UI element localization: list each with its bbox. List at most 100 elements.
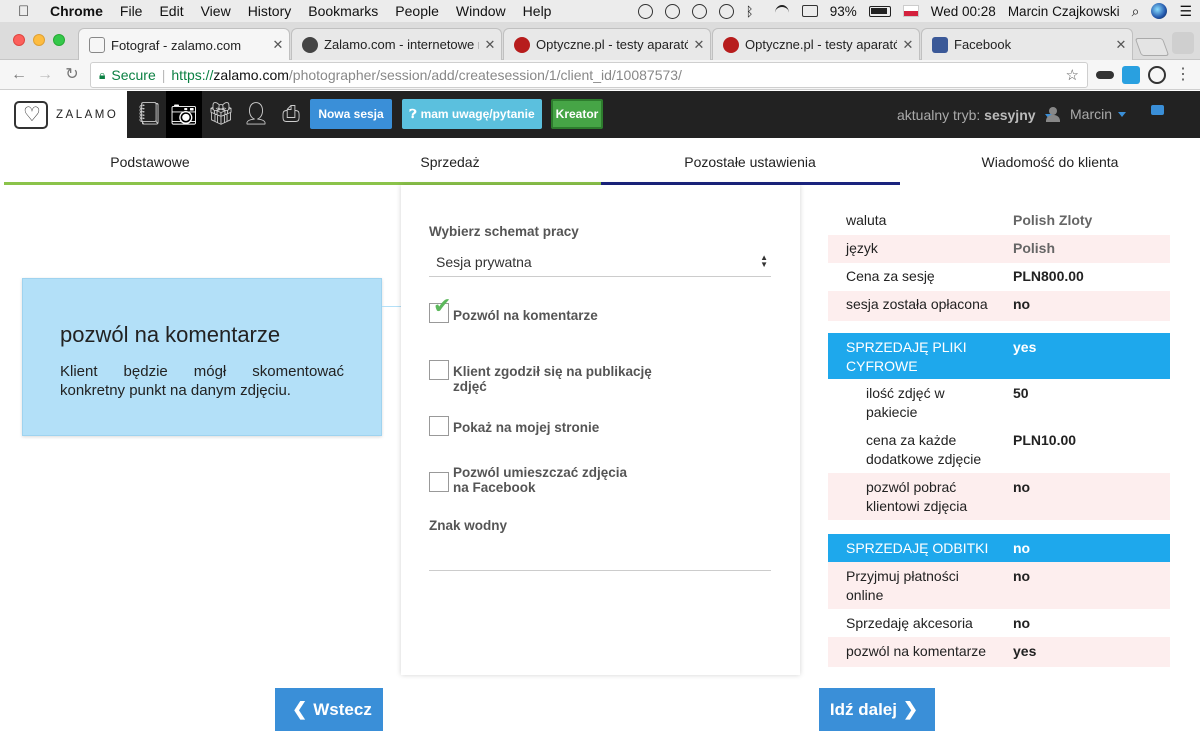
status-extension-icon[interactable] [637, 3, 653, 19]
select-arrows-icon: ▲ ▼ [760, 253, 768, 269]
zalamo-logo[interactable]: ZALAMO [0, 91, 127, 138]
forward-arrow-icon[interactable]: → [34, 64, 56, 86]
menu-people[interactable]: People [395, 3, 439, 19]
url-separator: | [161, 67, 166, 83]
apple-icon[interactable]:  [18, 3, 34, 20]
clock[interactable]: Wed 00:28 [931, 4, 996, 19]
menu-help[interactable]: Help [523, 3, 552, 19]
schema-label: Wybierz schemat pracy [429, 224, 579, 239]
help-tooltip: pozwól na komentarze Klient będzie mógł … [22, 278, 382, 436]
menu-bookmarks[interactable]: Bookmarks [308, 3, 378, 19]
menu-file[interactable]: File [120, 3, 143, 19]
facebook-checkbox[interactable] [429, 472, 449, 492]
browser-tab-facebook[interactable]: Facebook ✕ [921, 28, 1133, 60]
chat-icon[interactable] [1151, 105, 1164, 115]
zalamo-logo-icon [14, 100, 48, 129]
schema-select[interactable]: Sesja prywatna ▲ ▼ [429, 247, 771, 277]
tab-close-icon[interactable]: ✕ [897, 37, 919, 53]
bookmark-star-icon[interactable]: ☆ [1066, 66, 1079, 84]
airplay-icon[interactable] [801, 5, 818, 17]
summary-key: Sprzedaję akcesoria [846, 615, 973, 631]
feedback-label: mam uwagę/pytanie [420, 107, 535, 121]
reload-icon[interactable]: ↻ [61, 64, 83, 86]
facebook-checkbox-label[interactable]: Pozwól umieszczać zdjęcia na Facebook [453, 465, 643, 495]
summary-key: Cena za sesję [846, 268, 935, 284]
siri-icon[interactable] [1151, 3, 1168, 19]
gift-icon[interactable]: 🎁︎ [203, 96, 239, 132]
checkbox-row-comments[interactable] [429, 293, 451, 323]
tab-title: Fotograf - zalamo.com [111, 37, 242, 53]
publication-consent-checkbox[interactable] [429, 360, 449, 380]
feedback-button[interactable]: ❓︎ mam uwagę/pytanie [402, 99, 542, 129]
user-menu[interactable]: Marcin [1046, 106, 1127, 122]
checkbox-row-facebook[interactable] [429, 472, 449, 492]
back-button[interactable]: ❮ Wstecz [275, 688, 383, 731]
notification-center-icon[interactable]: ☰ [1179, 3, 1192, 20]
window-icon[interactable] [691, 3, 707, 19]
glasses-extension-icon[interactable] [1096, 71, 1114, 79]
browser-tab-zalamo[interactable]: Zalamo.com - internetowe nar ✕ [291, 28, 502, 60]
bluetooth-icon[interactable]: ᛒ [746, 4, 762, 19]
user-icon [1046, 106, 1060, 122]
input-source-flag-icon[interactable] [902, 5, 919, 17]
step-tab-client-message[interactable]: Wiadomość do klienta [900, 138, 1200, 185]
watermark-input[interactable] [429, 570, 771, 571]
publication-consent-label[interactable]: Klient zgodził się na publikację zdjęć [453, 364, 663, 394]
summary-row: cena za każde dodatkowe zdjęcie PLN10.00 [828, 426, 1170, 473]
mode-switcher[interactable]: aktualny tryb: sesyjny [897, 107, 1054, 123]
menu-edit[interactable]: Edit [159, 3, 183, 19]
puzzle-extension-icon[interactable] [1122, 66, 1140, 84]
comments-checkbox-label[interactable]: Pozwól na komentarze [453, 308, 663, 323]
chrome-menu-icon[interactable]: ⋮ [1172, 64, 1194, 86]
step-tab-basic[interactable]: Podstawowe [0, 138, 300, 185]
checkbox-row-publication-consent[interactable] [429, 360, 449, 380]
menu-view[interactable]: View [201, 3, 231, 19]
tab-close-icon[interactable]: ✕ [1110, 37, 1132, 53]
browser-tab-optyczne-1[interactable]: Optyczne.pl - testy aparatów, ✕ [503, 28, 711, 60]
summary-key: ilość zdjęć w pakiecie [866, 385, 945, 420]
browser-tabstrip: Fotograf - zalamo.com ✕ Zalamo.com - int… [0, 22, 1200, 61]
step-tab-other-settings[interactable]: Pozostałe ustawienia [600, 138, 900, 185]
fullscreen-window-button[interactable] [53, 34, 65, 46]
camera-icon[interactable]: 📷︎ [166, 91, 202, 138]
client-card-icon[interactable]: 👤︎ [238, 96, 274, 132]
mode-label: aktualny tryb: [897, 107, 981, 123]
menubar-user[interactable]: Marcin Czajkowski [1008, 4, 1120, 19]
close-window-button[interactable] [13, 34, 25, 46]
show-on-site-checkbox[interactable] [429, 416, 449, 436]
back-arrow-icon[interactable]: ← [8, 64, 30, 86]
checkbox-row-show-on-site[interactable] [429, 416, 449, 436]
url-path: /photographer/session/add/createsession/… [288, 67, 682, 83]
tab-close-icon[interactable]: ✕ [688, 37, 710, 53]
comments-checkbox[interactable] [429, 293, 451, 323]
sync-extension-icon[interactable] [1148, 66, 1166, 84]
menu-window[interactable]: Window [456, 3, 506, 19]
summary-key: waluta [846, 212, 887, 228]
time-machine-icon[interactable] [718, 3, 734, 19]
wifi-icon[interactable] [774, 4, 790, 18]
browser-tab-fotograf[interactable]: Fotograf - zalamo.com ✕ [78, 28, 290, 61]
summary-value: PLN10.00 [1013, 432, 1077, 448]
tab-close-icon[interactable]: ✕ [267, 37, 289, 53]
profile-button[interactable] [1172, 32, 1194, 54]
minimize-window-button[interactable] [33, 34, 45, 46]
battery-icon[interactable] [868, 5, 891, 17]
move-icon[interactable] [664, 3, 680, 19]
url-scheme: https:// [171, 67, 214, 83]
next-button[interactable]: Idź dalej ❯ [819, 688, 935, 731]
tab-close-icon[interactable]: ✕ [479, 37, 501, 53]
step-tab-sales[interactable]: Sprzedaż [300, 138, 600, 185]
menu-history[interactable]: History [248, 3, 292, 19]
tooltip-text: Klient będzie mógł skomentować konkretny… [60, 363, 344, 399]
contacts-book-icon[interactable]: 📒︎ [131, 96, 167, 132]
menu-app-chrome[interactable]: Chrome [50, 3, 103, 19]
show-on-site-label[interactable]: Pokaż na mojej stronie [453, 420, 663, 435]
browser-tab-optyczne-2[interactable]: Optyczne.pl - testy aparatów, ✕ [712, 28, 920, 60]
summary-row: Sprzedaję akcesoria no [828, 609, 1170, 637]
wizard-button[interactable]: Kreator [551, 99, 603, 129]
spotlight-search-icon[interactable]: ⌕ [1132, 3, 1140, 20]
new-session-button[interactable]: Nowa sesja [310, 99, 392, 129]
printer-icon[interactable]: ⎙ [273, 96, 309, 132]
address-bar[interactable]: 🔒︎ Secure | https:// zalamo.com /photogr… [90, 62, 1088, 88]
new-tab-button[interactable] [1134, 38, 1170, 56]
